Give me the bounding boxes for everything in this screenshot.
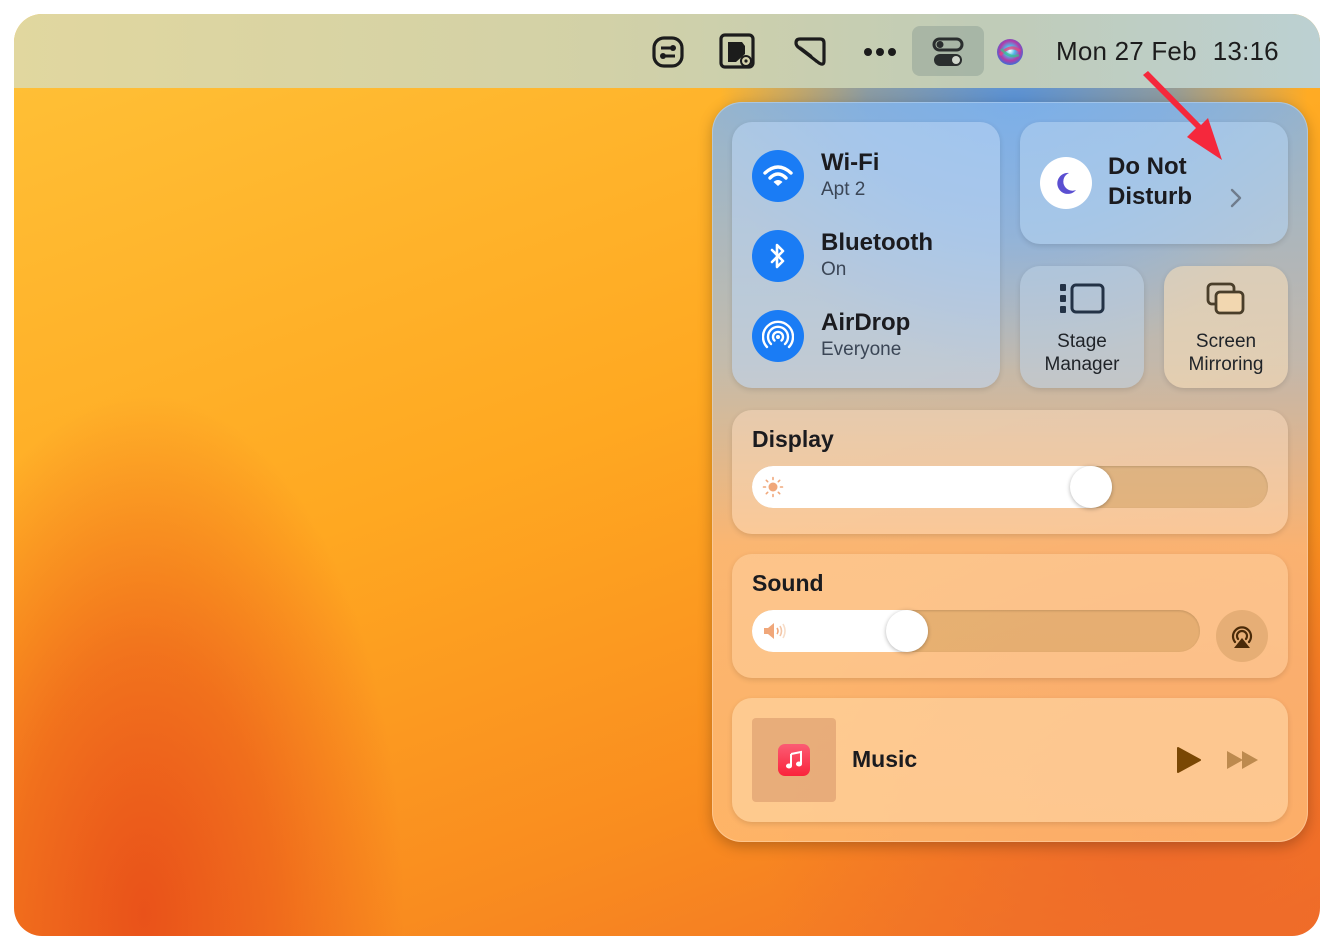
stage-manager-label: Stage Manager [1044,331,1120,375]
music-app-icon [778,744,810,776]
connectivity-tile: Wi-Fi Apt 2 Bluetooth On AirDrop Everyon… [732,122,1000,388]
display-title: Display [752,426,834,452]
volume-slider[interactable] [752,610,1200,652]
do-not-disturb-chevron[interactable] [1230,188,1242,213]
menu-bar-clock[interactable]: Mon 27 Feb 13:16 [1056,36,1279,67]
fast-forward-icon [1227,751,1258,769]
bluetooth-row[interactable]: Bluetooth On [752,228,933,284]
tag-icon[interactable] [790,32,830,72]
airdrop-status: Everyone [821,339,902,360]
screen-capture-icon[interactable] [718,32,758,72]
speaker-icon [762,620,788,647]
music-note-icon [786,750,802,769]
airdrop-row[interactable]: AirDrop Everyone [752,308,910,364]
airplay-audio-button[interactable] [1216,610,1268,662]
wifi-icon [763,165,793,186]
sound-tile: Sound [732,554,1288,678]
volume-slider-knob[interactable] [885,610,928,652]
album-art[interactable] [752,718,836,802]
brightness-slider-knob[interactable] [1069,466,1112,508]
display-tile: Display [732,410,1288,534]
stage-manager-tile[interactable]: Stage Manager [1020,266,1144,388]
moon-icon [1057,172,1076,194]
bluetooth-toggle[interactable] [752,230,804,282]
now-playing-title: Music [852,746,918,772]
wifi-row[interactable]: Wi-Fi Apt 2 [752,148,879,204]
play-button[interactable] [1176,746,1202,779]
wifi-network-name: Apt 2 [821,179,866,200]
bluetooth-icon [770,243,785,269]
play-icon [1177,747,1201,773]
airdrop-toggle[interactable] [752,310,804,362]
airdrop-icon [762,320,794,349]
brightness-slider[interactable] [752,466,1268,508]
airdrop-label: AirDrop [821,309,911,336]
bluetooth-status: On [821,259,847,280]
brightness-slider-fill [752,466,1112,508]
wifi-label: Wi-Fi [821,149,880,176]
sun-icon [762,476,784,503]
airplay-audio-icon [1231,626,1253,648]
time-text: 13:16 [1212,36,1279,66]
bluetooth-label: Bluetooth [821,229,933,256]
now-playing-tile: Music [732,698,1288,822]
desktop: Mon 27 Feb 13:16 Wi-Fi Apt 2 Bluetooth O… [14,14,1320,936]
screen-mirroring-label: Screen Mirroring [1188,331,1264,375]
date-text: Mon 27 Feb [1056,36,1197,66]
control-center-icon[interactable] [928,32,968,72]
control-center-panel: Wi-Fi Apt 2 Bluetooth On AirDrop Everyon… [712,102,1308,842]
sound-title: Sound [752,570,824,596]
stage-manager-icon [1060,283,1105,314]
screen-mirroring-icon [1206,282,1245,315]
siri-icon[interactable] [990,32,1030,72]
next-track-button[interactable] [1226,750,1260,775]
wifi-toggle[interactable] [752,150,804,202]
chevron-right-icon [1230,188,1242,208]
do-not-disturb-tile[interactable]: Do Not Disturb [1020,122,1288,244]
do-not-disturb-label: Do Not Disturb [1108,153,1192,210]
more-icon[interactable] [860,32,900,72]
do-not-disturb-toggle[interactable] [1040,157,1092,209]
menu-extra-connect-icon[interactable] [648,32,688,72]
menu-bar: Mon 27 Feb 13:16 [14,14,1320,88]
screen-mirroring-tile[interactable]: Screen Mirroring [1164,266,1288,388]
